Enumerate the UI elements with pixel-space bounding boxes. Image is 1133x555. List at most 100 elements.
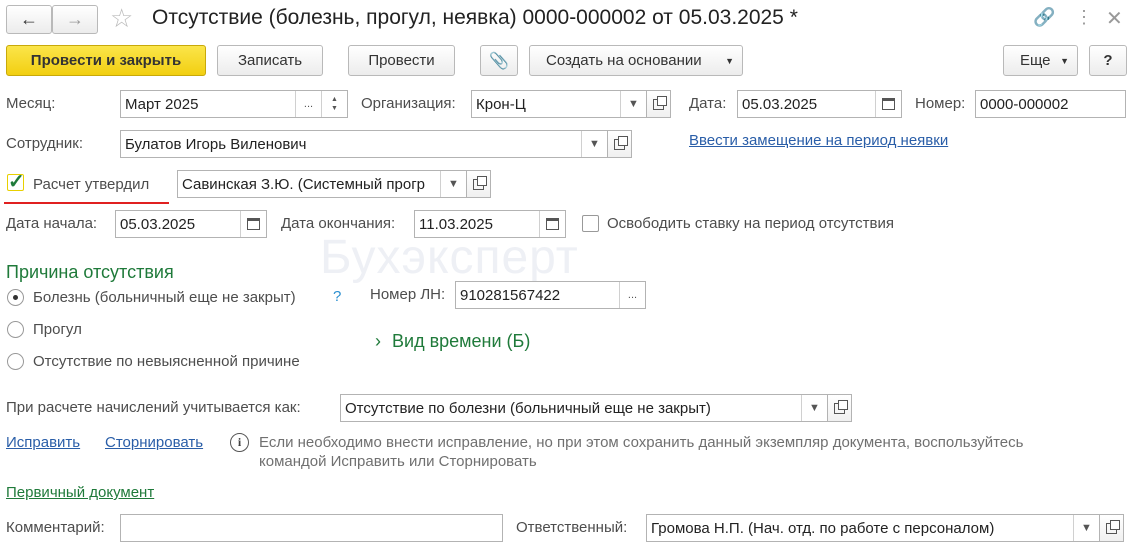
dropdown-arrow-icon[interactable]: ▼ [1073,515,1099,541]
more-label: Еще [1020,52,1051,69]
time-kind-label: Вид времени (Б) [392,331,531,351]
free-rate-label: Освободить ставку на период отсутствия [607,215,894,232]
watermark: Бухэксперт [320,231,579,284]
open-form-icon [614,135,628,150]
end-date-value: 11.03.2025 [419,215,493,233]
help-question-icon[interactable]: ? [333,288,341,305]
arrow-left-icon: ← [20,9,38,29]
employee-value: Булатов Игорь Виленович [125,135,307,153]
info-text-line2: командой Исправить или Сторнировать [259,453,537,470]
date-field[interactable]: 05.03.2025 [737,90,902,118]
start-date-label: Дата начала: [6,215,98,232]
menu-dots-icon[interactable]: ⋮ [1075,7,1093,28]
comment-label: Комментарий: [6,519,105,536]
checkmark-icon: ✓ [8,171,25,193]
arrow-right-icon: → [66,9,84,29]
responsible-value: Громова Н.П. (Нач. отд. по работе с перс… [651,519,995,537]
post-button[interactable]: Провести [348,45,455,76]
reason-option-unknown: Отсутствие по невыясненной причине [33,353,300,370]
primary-document-link[interactable]: Первичный документ [6,484,154,501]
ln-number-label: Номер ЛН: [370,286,446,303]
reason-radio-unknown[interactable] [7,353,24,370]
responsible-field[interactable]: Громова Н.П. (Нач. отд. по работе с перс… [646,514,1100,542]
calendar-button[interactable] [539,211,565,237]
responsible-label: Ответственный: [516,519,628,536]
open-form-icon [834,399,848,414]
favorite-star-icon[interactable]: ☆ [110,3,133,34]
number-value: 0000-000002 [980,95,1069,113]
responsible-open-button[interactable] [1100,514,1124,542]
employee-field[interactable]: Булатов Игорь Виленович ▼ [120,130,608,158]
save-button[interactable]: Записать [217,45,323,76]
open-form-icon [473,175,487,190]
calendar-icon [882,98,895,110]
month-label: Месяц: [6,95,56,112]
month-spinner[interactable]: ▲ ▼ [321,91,347,117]
calendar-icon [247,218,260,230]
dropdown-arrow-icon: ▼ [1060,55,1069,66]
reason-radio-illness[interactable] [7,289,24,306]
accrual-value: Отсутствие по болезни (больничный еще не… [345,399,711,417]
paperclip-icon: 📎 [489,52,509,70]
dropdown-arrow-icon[interactable]: ▼ [581,131,607,157]
organization-open-button[interactable] [647,90,671,118]
organization-value: Крон-Ц [476,95,526,113]
replacement-link[interactable]: Ввести замещение на период неявки [689,132,948,149]
approved-checkbox[interactable]: ✓ [7,171,25,193]
post-and-close-button[interactable]: Провести и закрыть [6,45,206,76]
accrual-label: При расчете начислений учитывается как: [6,399,301,416]
month-field[interactable]: Март 2025 ... ▲ ▼ [120,90,348,118]
calendar-button[interactable] [240,211,266,237]
date-label: Дата: [689,95,727,112]
organization-label: Организация: [361,95,456,112]
number-label: Номер: [915,95,966,112]
end-date-label: Дата окончания: [281,215,396,232]
help-button[interactable]: ? [1089,45,1127,76]
employee-label: Сотрудник: [6,135,84,152]
forward-button[interactable]: → [52,5,98,34]
reason-option-truancy: Прогул [33,321,82,338]
ln-number-value: 910281567422 [460,286,561,304]
create-based-on-button[interactable]: Создать на основании ▼ [529,45,743,76]
reason-option-illness: Болезнь (больничный еще не закрыт) [33,289,296,306]
organization-field[interactable]: Крон-Ц ▼ [471,90,647,118]
accrual-field[interactable]: Отсутствие по болезни (больничный еще не… [340,394,828,422]
storno-link[interactable]: Сторнировать [105,434,203,451]
end-date-field[interactable]: 11.03.2025 [414,210,566,238]
reason-radio-truancy[interactable] [7,321,24,338]
start-date-value: 05.03.2025 [120,215,196,233]
reason-section-title: Причина отсутствия [6,262,174,282]
approved-label: Расчет утвердил [33,176,150,193]
attach-button[interactable]: 📎 [480,45,518,76]
ln-select-button[interactable]: ... [619,282,645,308]
chevron-right-icon: › [375,331,381,351]
close-icon[interactable]: ✕ [1106,6,1123,31]
month-value: Март 2025 [125,95,199,113]
date-value: 05.03.2025 [742,95,818,113]
ln-number-field[interactable]: 910281567422 ... [455,281,646,309]
approver-open-button[interactable] [467,170,491,198]
approver-value: Савинская З.Ю. (Системный прогр [182,175,426,193]
time-kind-expander[interactable]: › Вид времени (Б) [375,331,530,352]
highlight-underline [4,202,169,204]
fix-link[interactable]: Исправить [6,434,80,451]
dropdown-arrow-icon[interactable]: ▼ [801,395,827,421]
employee-open-button[interactable] [608,130,632,158]
dropdown-arrow-icon[interactable]: ▼ [440,171,466,197]
approver-field[interactable]: Савинская З.Ю. (Системный прогр ▼ [177,170,467,198]
window-title: Отсутствие (болезнь, прогул, неявка) 000… [152,6,798,29]
start-date-field[interactable]: 05.03.2025 [115,210,267,238]
comment-field[interactable] [120,514,503,542]
info-icon: i [230,433,249,452]
create-based-on-label: Создать на основании [546,52,702,69]
number-field[interactable]: 0000-000002 [975,90,1126,118]
calendar-button[interactable] [875,91,901,117]
link-icon[interactable]: 🔗 [1033,7,1055,28]
dropdown-arrow-icon[interactable]: ▼ [620,91,646,117]
more-button[interactable]: Еще ▼ [1003,45,1078,76]
free-rate-checkbox[interactable] [582,215,599,232]
back-button[interactable]: ← [6,5,52,34]
accrual-open-button[interactable] [828,394,852,422]
open-form-icon [1106,519,1120,534]
month-select-button[interactable]: ... [295,91,321,117]
